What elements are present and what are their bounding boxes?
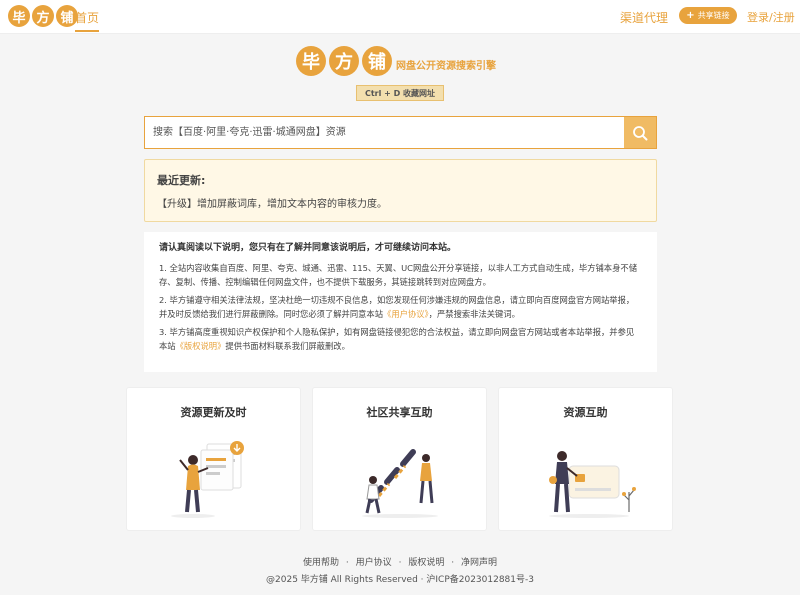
disclaimer-paragraph-3: 3. 毕方铺高度重视知识产权保护和个人隐私保护，如有网盘链接侵犯您的合法权益，请… [159,325,642,353]
disclaimer-heading: 请认真阅读以下说明，您只有在了解并同意该说明后，才可继续访问本站。 [159,243,457,253]
disclaimer-p2-tail: ，严禁搜索非法关键词。 [428,309,520,319]
recent-update-notice: 最近更新: 【升级】增加屏蔽词库，增加文本内容的审核力度。 [144,159,657,222]
feature-card-community: 社区共享互助 [312,387,487,531]
feature-card-title: 社区共享互助 [366,406,433,419]
footer-links: 使用帮助 · 用户协议 · 版权说明 · 净网声明 [0,555,800,568]
nav-home-link[interactable]: 首页 [75,9,100,32]
disclaimer-panel: 请认真阅读以下说明，您只有在了解并同意该说明后，才可继续访问本站。 1. 全站内… [144,232,657,372]
search-button[interactable] [624,117,656,148]
share-link-label: 共享链接 [697,11,730,20]
feature-card-title: 资源互助 [563,406,608,419]
top-navbar: 毕 方 铺 首页 渠道代理 + 共享链接 登录/注册 [0,0,800,34]
site-logo[interactable]: 毕 方 铺 [8,5,78,27]
share-link-button[interactable]: + 共享链接 [679,7,737,24]
update-title: 最近更新: [157,174,206,187]
bookmark-hint-badge: Ctrl + D 收藏网址 [356,85,444,101]
nav-agent-link[interactable]: 渠道代理 [620,9,668,26]
footer-separator: · [398,558,402,568]
credit-card-illustration [549,451,636,518]
brand-char-3: 铺 [362,46,392,76]
document-update-illustration [171,441,244,518]
logo-char-1: 毕 [8,5,30,27]
feature-card-mutual-help: 资源互助 [498,387,673,531]
copyright-text: @2025 毕方铺 All Rights Reserved · 沪ICP备202… [266,575,534,585]
copyright-notice-link[interactable]: 《版权说明》 [176,341,226,351]
feature-card-title: 资源更新及时 [180,406,247,419]
footer-link-clean-net[interactable]: 净网声明 [461,558,497,568]
footer-link-user-agreement[interactable]: 用户协议 [356,558,392,568]
feature-card-updates: 资源更新及时 [126,387,301,531]
brand-slogan: 网盘公开资源搜索引擎 [396,61,496,72]
logo-char-2: 方 [32,5,54,27]
login-register-link[interactable]: 登录/注册 [747,9,795,25]
plus-icon: + [686,10,695,21]
brand-char-2: 方 [329,46,359,76]
footer-link-help[interactable]: 使用帮助 [303,558,339,568]
chain-link-illustration [362,449,438,518]
search-icon [633,125,648,140]
user-agreement-link[interactable]: 《用户协议》 [383,309,429,319]
brand-char-1: 毕 [296,46,326,76]
brand-logo: 毕 方 铺 [296,46,392,76]
footer-separator: · [345,558,349,568]
search-bar [144,116,657,149]
disclaimer-paragraph-2: 2. 毕方铺遵守相关法律法规，坚决杜绝一切违规不良信息，如您发现任何涉嫌违规的网… [159,293,642,321]
update-text: 【升级】增加屏蔽词库，增加文本内容的审核力度。 [157,199,387,210]
disclaimer-paragraph-1: 1. 全站内容收集自百度、阿里、夸克、城通、迅雷、115、天翼、UC网盘公开分享… [159,263,637,287]
footer-link-copyright[interactable]: 版权说明 [408,558,444,568]
search-input[interactable] [145,117,624,148]
disclaimer-p3-tail: 提供书面材料联系我们屏蔽删改。 [225,341,350,351]
footer-separator: · [451,558,455,568]
